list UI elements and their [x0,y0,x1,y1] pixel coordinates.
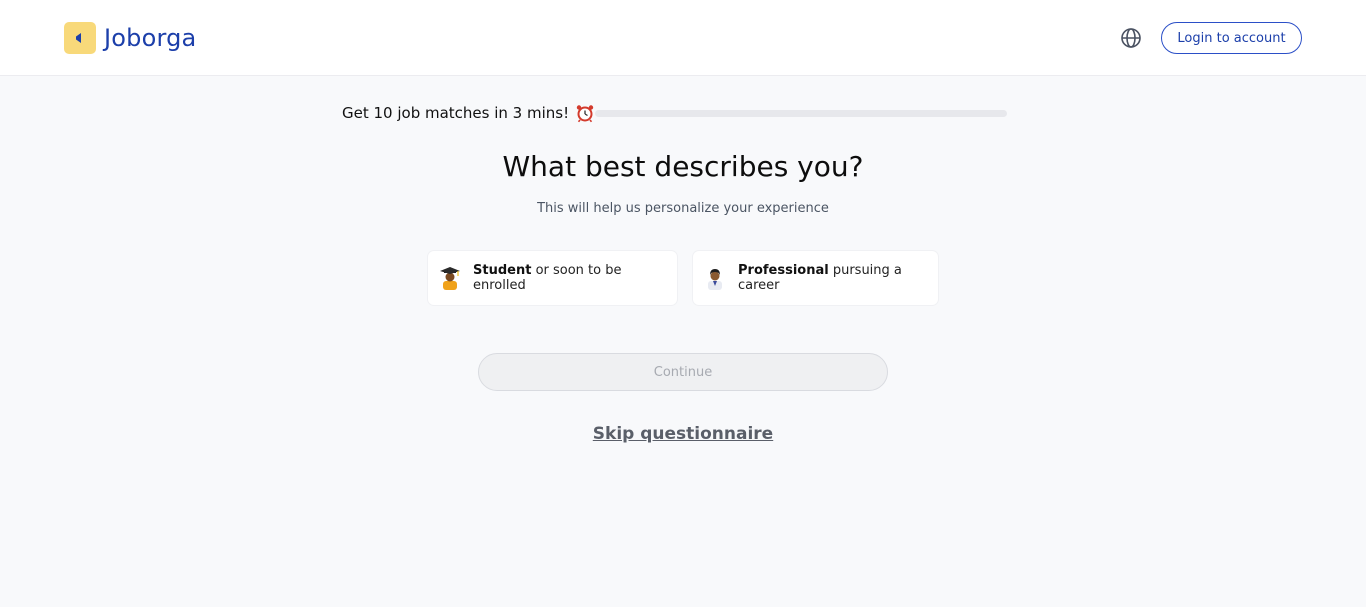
option-student-title: Student [473,263,532,278]
progress-label: Get 10 job matches in 3 mins! [342,104,570,122]
progress-bar [595,110,1007,117]
page-title: What best describes you? [502,150,864,183]
continue-button[interactable]: Continue [478,353,888,391]
alarm-clock-icon [576,105,594,123]
skip-questionnaire-link[interactable]: Skip questionnaire [0,424,1366,444]
globe-icon[interactable] [1120,27,1142,49]
login-button[interactable]: Login to account [1161,22,1302,54]
option-student[interactable]: Student or soon to be enrolled [428,251,677,305]
student-avatar-icon [440,267,460,290]
brand-name: Joborga [104,24,197,52]
professional-avatar-icon [708,269,722,290]
option-professional-title: Professional [738,263,829,278]
progress-section: Get 10 job matches in 3 mins! [342,102,1007,124]
option-professional[interactable]: Professional pursuing a career [693,251,938,305]
top-header: Joborga Login to account [0,0,1366,76]
brand-logo[interactable]: Joborga [64,22,196,54]
page-subtitle: This will help us personalize your exper… [537,201,829,216]
logo-mark-icon [64,22,96,54]
